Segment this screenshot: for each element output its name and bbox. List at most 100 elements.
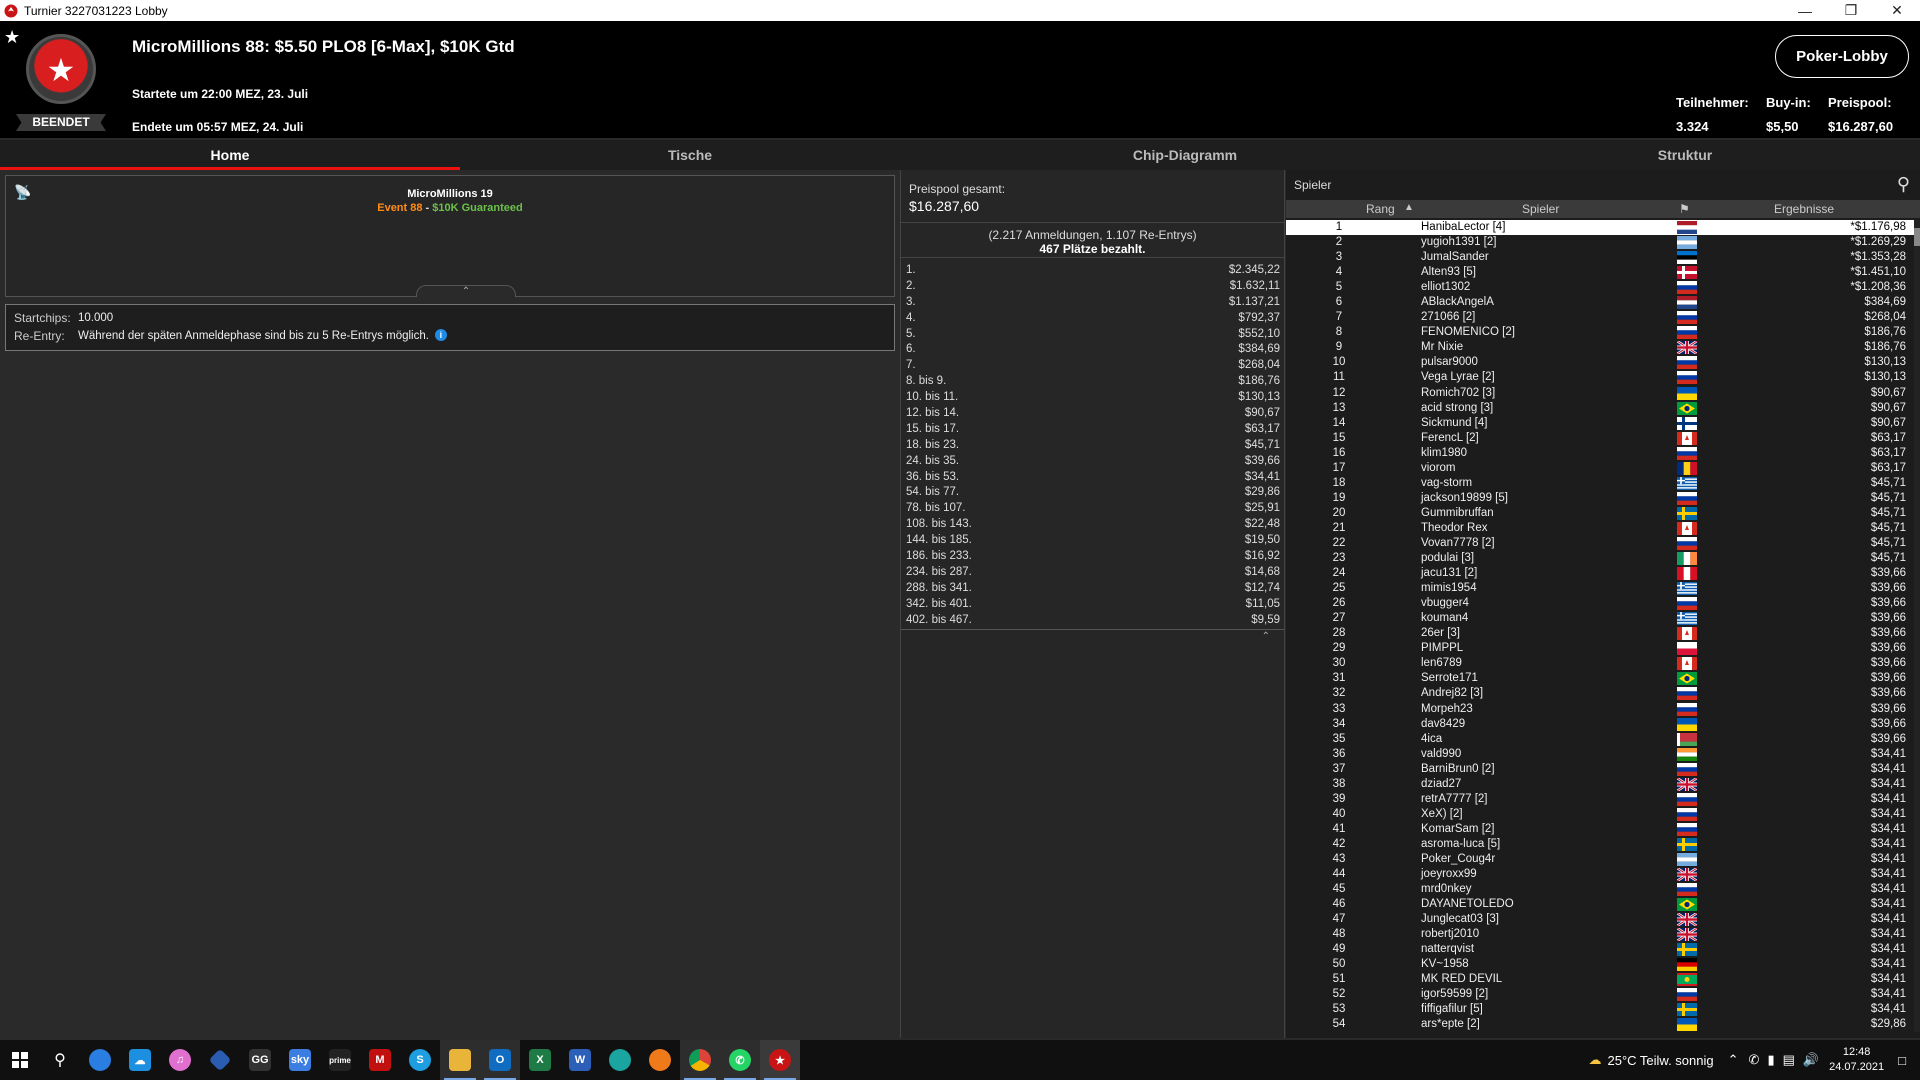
player-row[interactable]: 5 elliot1302 *$1.208,36 [1286,280,1914,295]
player-row[interactable]: 32 Andrej82 [3] $39,66 [1286,686,1914,701]
gg-app-icon[interactable]: GG [240,1040,280,1080]
player-row[interactable]: 47 Junglecat03 [3] $34,41 [1286,912,1914,928]
player-row[interactable]: 15 FerencL [2] $63,17 [1286,431,1914,446]
tab-structure[interactable]: Struktur [1450,140,1920,170]
close-button[interactable]: ✕ [1874,0,1920,21]
search-icon[interactable]: ⚲ [1897,174,1910,195]
restore-button[interactable]: ❐ [1828,0,1874,21]
player-row[interactable]: 48 robertj2010 $34,41 [1286,927,1914,943]
player-row[interactable]: 8 FENOMENICO [2] $186,76 [1286,325,1914,340]
player-row[interactable]: 23 podulai [3] $45,71 [1286,551,1914,566]
skype-icon[interactable]: S [400,1040,440,1080]
player-row[interactable]: 29 PIMPPL $39,66 [1286,641,1914,656]
player-row[interactable]: 2 yugioh1391 [2] *$1.269,29 [1286,235,1914,250]
favorite-star-icon[interactable]: ★ [4,27,20,48]
column-player[interactable]: Spieler [1522,202,1559,216]
player-row[interactable]: 10 pulsar9000 $130,13 [1286,355,1914,370]
player-row[interactable]: 38 dziad27 $34,41 [1286,776,1914,792]
player-row[interactable]: 43 Poker_Coug4r $34,41 [1286,852,1914,867]
clock[interactable]: 12:48 24.07.2021 [1829,1045,1884,1075]
outlook-icon[interactable]: O [480,1040,520,1080]
player-row[interactable]: 19 jackson19899 [5] $45,71 [1286,491,1914,506]
player-row[interactable]: 35 4ica $39,66 [1286,732,1914,747]
network-icon[interactable]: ▤ [1783,1052,1795,1068]
itunes-icon[interactable]: ♫ [160,1040,200,1080]
player-row[interactable]: 45 mrd0nkey $34,41 [1286,882,1914,897]
chrome-icon[interactable] [680,1040,720,1080]
search-icon[interactable]: ⚲ [40,1040,80,1080]
player-row[interactable]: 22 Vovan7778 [2] $45,71 [1286,536,1914,551]
word-icon[interactable]: W [560,1040,600,1080]
player-row[interactable]: 7 271066 [2] $268,04 [1286,310,1914,325]
player-row[interactable]: 54 ars*epte [2] $29,86 [1286,1017,1914,1032]
player-row[interactable]: 36 vald990 $34,41 [1286,747,1914,762]
player-row[interactable]: 18 vag-storm $45,71 [1286,476,1914,491]
poker-lobby-button[interactable]: Poker-Lobby [1775,35,1909,78]
player-row[interactable]: 34 dav8429 $39,66 [1286,717,1914,732]
player-row[interactable]: 27 kouman4 $39,66 [1286,611,1914,626]
player-row[interactable]: 3 JumalSander *$1.353,28 [1286,250,1914,265]
player-row[interactable]: 11 Vega Lyrae [2] $130,13 [1286,370,1914,385]
notifications-icon[interactable]: □ [1898,1053,1906,1068]
onedrive-icon[interactable]: ☁ [120,1040,160,1080]
excel-icon[interactable]: X [520,1040,560,1080]
player-row[interactable]: 28 26er [3] $39,66 [1286,626,1914,641]
chevron-up-icon[interactable]: ⌃ [1262,631,1270,642]
phone-icon[interactable]: ✆ [1749,1052,1760,1068]
player-row[interactable]: 30 len6789 $39,66 [1286,656,1914,671]
players-scrollbar[interactable] [1914,220,1920,1032]
cortana-icon[interactable] [80,1040,120,1080]
column-result[interactable]: Ergebnisse [1774,202,1834,216]
file-explorer-icon[interactable] [440,1040,480,1080]
player-row[interactable]: 39 retrA7777 [2] $34,41 [1286,792,1914,807]
collapse-info-button[interactable]: ⌃ [416,285,516,297]
player-row[interactable]: 46 DAYANETOLEDO $34,41 [1286,897,1914,912]
battery-icon[interactable]: ▮ [1767,1052,1774,1068]
diamond-app-icon[interactable] [200,1040,240,1080]
player-row[interactable]: 41 KomarSam [2] $34,41 [1286,822,1914,837]
player-row[interactable]: 17 viorom $63,17 [1286,461,1914,476]
column-rank[interactable]: Rang [1366,202,1395,216]
flag-column-icon[interactable]: ⚑ [1679,202,1690,216]
player-row[interactable]: 9 Mr Nixie $186,76 [1286,340,1914,356]
pokerstars-taskbar-icon[interactable]: ★ [760,1040,800,1080]
player-row[interactable]: 33 Morpeh23 $39,66 [1286,702,1914,717]
player-row[interactable]: 14 Sickmund [4] $90,67 [1286,416,1914,431]
player-row[interactable]: 31 Serrote171 $39,66 [1286,671,1914,686]
prime-video-icon[interactable]: prime [320,1040,360,1080]
whatsapp-icon[interactable]: ✆ [720,1040,760,1080]
sky-icon[interactable]: sky [280,1040,320,1080]
player-row[interactable]: 49 natterqvist $34,41 [1286,942,1914,957]
player-row[interactable]: 25 mimis1954 $39,66 [1286,581,1914,596]
sort-asc-icon[interactable]: ▲ [1404,202,1414,213]
player-row[interactable]: 1 HanibaLector [4] *$1.176,98 [1286,220,1914,236]
player-row[interactable]: 37 BarniBrun0 [2] $34,41 [1286,762,1914,777]
mcafee-icon[interactable]: M [360,1040,400,1080]
windows-start-icon[interactable] [0,1040,40,1080]
firefox-icon[interactable] [640,1040,680,1080]
player-row[interactable]: 42 asroma-luca [5] $34,41 [1286,837,1914,852]
tab-chip-chart[interactable]: Chip-Diagramm [920,140,1450,170]
player-row[interactable]: 51 MK RED DEVIL $34,41 [1286,972,1914,987]
player-row[interactable]: 52 igor59599 [2] $34,41 [1286,987,1914,1002]
player-row[interactable]: 44 joeyroxx99 $34,41 [1286,866,1914,883]
player-row[interactable]: 4 Alten93 [5] *$1.451,10 [1286,265,1914,280]
chevron-up-icon[interactable]: ⌃ [1728,1052,1739,1068]
player-row[interactable]: 40 XeX) [2] $34,41 [1286,807,1914,822]
edge-icon[interactable] [600,1040,640,1080]
player-row[interactable]: 13 acid strong [3] $90,67 [1286,401,1914,416]
weather-icon[interactable]: ☁ [1588,1052,1601,1068]
minimize-button[interactable]: — [1782,0,1828,21]
weather-text[interactable]: 25°C Teilw. sonnig [1607,1053,1713,1068]
tab-tables[interactable]: Tische [460,140,920,170]
player-row[interactable]: 26 vbugger4 $39,66 [1286,596,1914,611]
player-row[interactable]: 53 fiffigafilur [5] $34,41 [1286,1002,1914,1017]
player-row[interactable]: 20 Gummibruffan $45,71 [1286,506,1914,521]
player-row[interactable]: 50 KV~1958 $34,41 [1286,957,1914,972]
player-row[interactable]: 12 Romich702 [3] $90,67 [1286,386,1914,401]
payout-collapse[interactable]: ⌃ [901,629,1284,642]
player-row[interactable]: 21 Theodor Rex $45,71 [1286,521,1914,536]
player-row[interactable]: 16 klim1980 $63,17 [1286,446,1914,461]
volume-icon[interactable]: 🔊 [1803,1052,1819,1068]
tab-home[interactable]: Home [0,140,460,170]
